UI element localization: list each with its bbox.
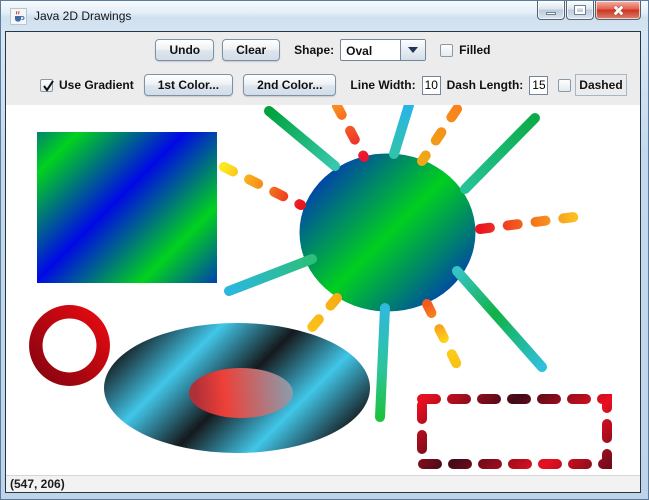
ray-line-left-teal-solid bbox=[229, 259, 312, 291]
dashed-label: Dashed bbox=[579, 78, 622, 92]
clear-button[interactable]: Clear bbox=[222, 39, 280, 61]
dash-length-label: Dash Length: bbox=[447, 78, 524, 92]
dashed-checkbox-group[interactable]: Dashed bbox=[558, 74, 626, 96]
dash-length-input[interactable] bbox=[529, 76, 548, 95]
gradient-rectangle-shape bbox=[37, 132, 217, 283]
dashed-checkbox[interactable] bbox=[558, 79, 571, 92]
toolbar: Undo Clear Shape: Oval Filled bbox=[6, 32, 640, 105]
toolbar-row-2: Use Gradient 1st Color... 2nd Color... L… bbox=[40, 74, 627, 96]
java-cup-icon bbox=[10, 8, 27, 25]
toolbar-row-1: Undo Clear Shape: Oval Filled bbox=[6, 39, 640, 61]
checkmark-icon bbox=[41, 78, 57, 94]
sun-oval-shape bbox=[300, 154, 476, 312]
shape-dropdown-value: Oval bbox=[341, 40, 400, 60]
statusbar: (547, 206) bbox=[6, 475, 640, 492]
drawing-canvas[interactable] bbox=[6, 105, 640, 475]
minimize-button[interactable] bbox=[537, 1, 565, 20]
second-color-button[interactable]: 2nd Color... bbox=[243, 74, 336, 96]
ray-line-bottom-dashed-orange-yellow bbox=[427, 304, 464, 379]
line-width-label: Line Width: bbox=[350, 78, 415, 92]
content-frame: Undo Clear Shape: Oval Filled bbox=[5, 31, 641, 493]
maximize-button[interactable] bbox=[566, 1, 594, 20]
ray-line-top-dashed-orange bbox=[422, 109, 457, 161]
shape-dropdown-arrow-button[interactable] bbox=[400, 40, 425, 60]
chevron-down-icon bbox=[408, 47, 418, 53]
undo-button[interactable]: Undo bbox=[155, 39, 214, 61]
filled-checkbox[interactable] bbox=[440, 44, 453, 57]
shape-label: Shape: bbox=[294, 43, 334, 57]
ray-line-top-cyan-solid bbox=[394, 105, 409, 154]
shape-dropdown[interactable]: Oval bbox=[340, 39, 426, 61]
close-button[interactable] bbox=[595, 1, 641, 20]
maximize-icon bbox=[575, 6, 585, 14]
use-gradient-checkbox[interactable] bbox=[40, 79, 53, 92]
ray-line-top-dashed-orange-red bbox=[337, 106, 364, 157]
app-window: Java 2D Drawings Undo Clear Shape: bbox=[0, 0, 649, 500]
red-ring-shape bbox=[36, 312, 103, 379]
window-title: Java 2D Drawings bbox=[34, 9, 131, 23]
ray-line-bottom-cyan-green-solid bbox=[380, 308, 385, 417]
titlebar[interactable]: Java 2D Drawings bbox=[1, 1, 648, 31]
line-width-input[interactable] bbox=[422, 76, 441, 95]
first-color-button[interactable]: 1st Color... bbox=[144, 74, 233, 96]
drawing-surface bbox=[6, 105, 640, 475]
ray-line-upper-right-green-solid bbox=[465, 118, 535, 189]
mouse-coordinates: (547, 206) bbox=[10, 477, 65, 491]
ray-line-right-dashed-red-yellow bbox=[480, 215, 590, 229]
minimize-icon bbox=[546, 12, 556, 15]
filled-label: Filled bbox=[459, 43, 490, 57]
inner-ellipse-shape bbox=[189, 368, 293, 418]
ray-line-lower-right-green-solid bbox=[457, 271, 542, 367]
ray-line-upper-left-solid bbox=[269, 111, 335, 166]
dashed-rectangle-shape bbox=[422, 399, 607, 464]
close-icon bbox=[612, 4, 624, 16]
ray-line-left-dashed-yellow-red bbox=[224, 167, 301, 205]
use-gradient-label: Use Gradient bbox=[59, 78, 134, 92]
